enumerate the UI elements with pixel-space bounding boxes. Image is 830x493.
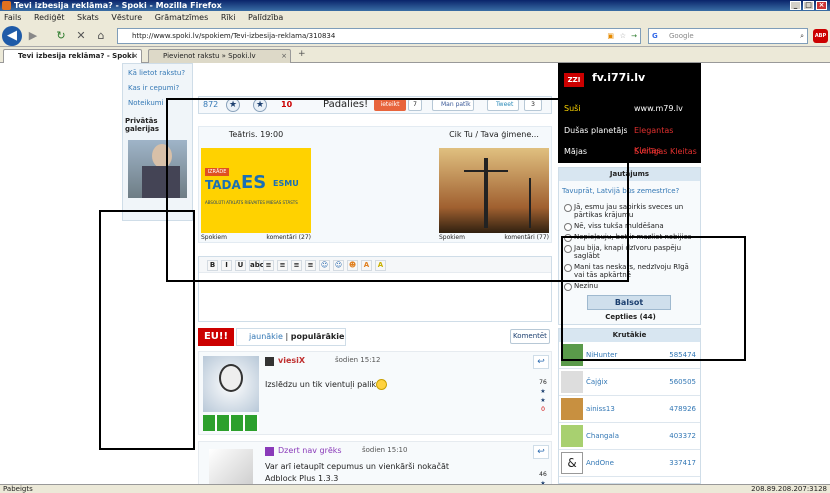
google-icon: G (652, 32, 658, 40)
link-cookies[interactable]: Kas ir cepumi? (128, 81, 187, 96)
url-text: http://www.spoki.lv/spokiem/Tevi-izbesij… (132, 32, 336, 40)
user-icon-2 (265, 447, 274, 456)
window-title: Tevi izbesija reklāma? - Spoki - Mozilla… (14, 1, 222, 10)
tab-2-close-icon[interactable]: × (281, 50, 287, 63)
reply-icon-2[interactable]: ↩ (533, 445, 549, 459)
top-user-5[interactable]: & AndOne 337417 (559, 450, 700, 477)
rss-icon[interactable]: ▣ (607, 29, 614, 43)
go-icon[interactable]: → (631, 29, 637, 43)
status-proxy: 208.89.208.207:3128 (751, 485, 827, 493)
comment-minus-1: 0 (541, 406, 545, 413)
top-user-2-avatar (561, 371, 583, 393)
bookmark-star-icon[interactable]: ☆ (620, 29, 626, 43)
tab-1-close-icon[interactable]: × (132, 50, 138, 63)
comment-badges-1 (203, 415, 259, 431)
top-user-5-score: 337417 (669, 459, 696, 467)
reply-icon-1[interactable]: ↩ (533, 355, 549, 369)
comment-avatar-1[interactable] (203, 356, 259, 412)
ad-logo: ZZI (564, 73, 584, 87)
top-user-2-score: 560505 (669, 378, 696, 386)
minimize-button[interactable]: _ (790, 1, 801, 10)
comment-button[interactable]: Komentēt (510, 329, 550, 344)
menu-help[interactable]: Palīdzība (248, 13, 283, 22)
tab-popular[interactable]: populārākie (291, 332, 345, 341)
comment-text-2: Var arī ietaupīt cepumus un vienkārši no… (265, 462, 450, 483)
comment-votes-1: 76 (539, 379, 547, 386)
comment-vote-1: 76 ★ ★ 0 (535, 378, 551, 420)
top-user-3-name[interactable]: ainiss13 (586, 405, 615, 413)
tab-bar: Tevi izbesija reklāma? - Spoki × Pievien… (0, 47, 830, 63)
overlay-rectangle-top (166, 98, 629, 282)
vote-down-icon-1[interactable]: ★ (535, 396, 551, 405)
vote-up-icon-1[interactable]: ★ (535, 387, 551, 396)
top-user-3[interactable]: ainiss13 478926 (559, 396, 700, 423)
menu-history[interactable]: Vēsture (111, 13, 142, 22)
menu-file[interactable]: Fails (4, 13, 21, 22)
navigation-toolbar: ◀ ▶ ↻ ✕ ⌂ http://www.spoki.lv/spokiem/Te… (0, 24, 830, 47)
comment-user-2[interactable]: Dzert nav grēks (278, 446, 342, 455)
comments-badge: EU!! (198, 328, 234, 346)
comment-avatar-2[interactable] (209, 449, 253, 484)
adblock-icon[interactable]: ABP (813, 29, 828, 43)
comment-2: Dzert nav grēks šodien 15:10 Var arī iet… (198, 441, 552, 484)
comment-time-1: šodien 15:12 (335, 356, 381, 364)
comment-time-2: šodien 15:10 (362, 446, 408, 454)
overlay-rectangle-right (561, 236, 746, 361)
search-input[interactable]: Google G ⌕ (648, 28, 808, 44)
top-user-4-score: 403372 (669, 432, 696, 440)
comments-tabs: jaunākie | populārākie (236, 328, 346, 346)
forward-button[interactable]: ▶ (25, 28, 41, 44)
url-input[interactable]: http://www.spoki.lv/spokiem/Tevi-izbesij… (117, 28, 641, 44)
ad-link-6[interactable]: Svinīgas Kleitas (630, 142, 700, 162)
top-user-5-name[interactable]: AndOne (586, 459, 614, 467)
menu-view[interactable]: Skats (77, 13, 99, 22)
tab-2-label: Pievienot rakstu » Spoki.lv (163, 52, 256, 60)
overlay-rectangle-left (99, 210, 195, 450)
menu-bar: Fails Rediģēt Skats Vēsture Grāmatzīmes … (0, 11, 830, 24)
tab-1-label: Tevi izbesija reklāma? - Spoki (18, 52, 135, 60)
comment-1: viesiX šodien 15:12 Izslēdzu un tik vien… (198, 351, 552, 435)
comment-text-1: Izslēdzu un tik vientuļi palika (265, 380, 381, 389)
home-icon[interactable]: ⌂ (93, 28, 109, 44)
top-user-3-avatar (561, 398, 583, 420)
new-tab-icon[interactable]: + (298, 49, 306, 59)
smiley-icon (376, 379, 387, 390)
link-how-to-use[interactable]: Kā lietot rakstu? (128, 66, 187, 81)
comment-vote-2: 46 ★ (535, 470, 551, 484)
tab-1[interactable]: Tevi izbesija reklāma? - Spoki × (3, 49, 142, 63)
search-placeholder: Google (669, 32, 694, 40)
top-user-4-avatar (561, 425, 583, 447)
comment-user-1[interactable]: viesiX (278, 356, 305, 365)
menu-bookmarks[interactable]: Grāmatzīmes (155, 13, 209, 22)
firefox-icon (2, 1, 11, 10)
menu-tools[interactable]: Rīki (221, 13, 236, 22)
ad-link-2[interactable]: www.m79.lv (630, 99, 700, 119)
ad-banner-text[interactable]: fv.i77i.lv (592, 71, 645, 84)
page-content: Kā lietot rakstu? Kas ir cepumi? Noteiku… (0, 63, 830, 484)
close-button[interactable]: × (816, 1, 827, 10)
search-icon[interactable]: ⌕ (800, 29, 804, 43)
maximize-button[interactable]: □ (803, 1, 814, 10)
comment-votes-2: 46 (539, 471, 547, 478)
tab-newest[interactable]: jaunākie (249, 332, 283, 341)
ad-link-4[interactable]: Elegantas Kleitas (630, 121, 700, 155)
top-user-5-avatar: & (561, 452, 583, 474)
top-user-2-name[interactable]: Čajģix (586, 378, 608, 386)
status-bar: Pabeigts 208.89.208.207:3128 (0, 484, 830, 493)
window-titlebar: Tevi izbesija reklāma? - Spoki - Mozilla… (0, 0, 830, 11)
menu-edit[interactable]: Rediģēt (34, 13, 65, 22)
tab-separator: | (285, 332, 289, 341)
top-user-4-name[interactable]: Changala (586, 432, 619, 440)
top-user-3-score: 478926 (669, 405, 696, 413)
stop-icon[interactable]: ✕ (73, 28, 89, 44)
comments-header: EU!! jaunākie | populārākie Komentēt (198, 328, 552, 346)
back-button[interactable]: ◀ (2, 26, 22, 46)
user-icon-1 (265, 357, 274, 366)
status-text: Pabeigts (3, 485, 33, 493)
reload-icon[interactable]: ↻ (53, 28, 69, 44)
top-user-2[interactable]: Čajģix 560505 (559, 369, 700, 396)
tab-2[interactable]: Pievienot rakstu » Spoki.lv × (148, 49, 291, 63)
top-user-4[interactable]: Changala 403372 (559, 423, 700, 450)
